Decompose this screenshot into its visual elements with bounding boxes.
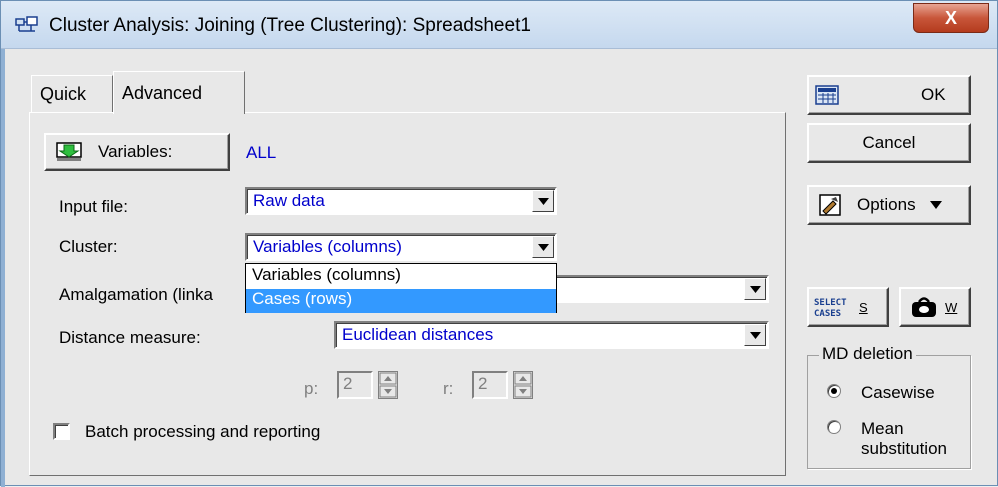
r-input[interactable]: 2 <box>472 371 508 399</box>
options-button-label: Options <box>857 195 916 214</box>
casewise-radio[interactable] <box>827 384 841 398</box>
window-title: Cluster Analysis: Joining (Tree Clusteri… <box>49 15 531 36</box>
title-bar[interactable]: Cluster Analysis: Joining (Tree Clusteri… <box>1 1 997 49</box>
options-button[interactable]: Options <box>807 185 971 225</box>
weight-button[interactable]: W <box>899 287 971 327</box>
mean-substitution-label: Mean substitution <box>861 419 947 458</box>
chevron-down-icon <box>929 201 942 209</box>
input-file-label: Input file: <box>59 197 128 216</box>
variables-button-label: Variables: <box>98 142 173 161</box>
batch-checkbox[interactable] <box>53 423 70 440</box>
spinner-arrows-icon <box>514 372 532 398</box>
variables-button[interactable]: Variables: <box>44 133 230 171</box>
chevron-down-icon[interactable] <box>744 278 766 300</box>
weight-key: W <box>945 299 958 315</box>
input-file-value: Raw data <box>253 191 325 210</box>
distance-measure-label: Distance measure: <box>59 328 201 347</box>
cluster-select[interactable]: Variables (columns) <box>245 233 557 261</box>
distance-measure-select[interactable]: Euclidean distances <box>334 321 769 349</box>
p-spinner[interactable] <box>378 371 398 399</box>
options-icon <box>819 194 841 216</box>
input-file-select[interactable]: Raw data <box>245 187 557 215</box>
variables-icon <box>56 142 82 161</box>
casewise-label: Casewise <box>861 383 935 402</box>
tab-advanced[interactable]: Advanced <box>113 71 245 114</box>
calculator-icon <box>815 85 839 105</box>
dialog-window: Cluster Analysis: Joining (Tree Clusteri… <box>0 0 998 487</box>
p-label: p: <box>304 379 319 398</box>
distance-measure-value: Euclidean distances <box>342 325 494 344</box>
variables-value: ALL <box>246 143 277 162</box>
close-button[interactable]: X <box>913 3 989 33</box>
dropdown-option-cases[interactable]: Cases (rows) <box>246 289 556 313</box>
select-cases-icon: SELECT CASES <box>814 298 847 319</box>
tab-advanced-label: Advanced <box>122 82 203 103</box>
dropdown-option-variables[interactable]: Variables (columns) <box>246 265 556 289</box>
cancel-button-label: Cancel <box>862 133 916 152</box>
ok-button[interactable]: OK <box>807 75 971 115</box>
weight-icon <box>912 297 936 317</box>
window-frame <box>1 49 5 487</box>
amalgamation-label: Amalgamation (linka <box>59 285 214 304</box>
cluster-label: Cluster: <box>59 237 118 256</box>
select-cases-button[interactable]: SELECT CASES S <box>807 287 889 327</box>
md-deletion-title: MD deletion <box>819 344 916 364</box>
cluster-value: Variables (columns) <box>253 237 402 256</box>
r-spinner[interactable] <box>513 371 533 399</box>
tab-quick[interactable]: Quick <box>31 75 113 113</box>
close-icon: X <box>944 7 957 28</box>
chevron-down-icon[interactable] <box>532 236 554 258</box>
chevron-down-icon[interactable] <box>532 190 554 212</box>
svg-text:SELECT: SELECT <box>814 298 847 308</box>
ok-button-label: OK <box>921 85 946 104</box>
cancel-button[interactable]: Cancel <box>807 123 971 163</box>
chevron-down-icon[interactable] <box>744 324 766 346</box>
app-icon <box>15 16 38 32</box>
r-label: r: <box>443 379 454 398</box>
mean-substitution-radio[interactable] <box>827 420 841 434</box>
tab-quick-label: Quick <box>40 84 87 104</box>
spinner-arrows-icon <box>379 372 397 398</box>
cluster-dropdown-list[interactable]: Variables (columns) Cases (rows) <box>245 263 557 313</box>
batch-label: Batch processing and reporting <box>85 422 321 441</box>
svg-text:CASES: CASES <box>814 309 841 319</box>
select-cases-key: S <box>859 299 868 315</box>
p-input[interactable]: 2 <box>337 371 373 399</box>
